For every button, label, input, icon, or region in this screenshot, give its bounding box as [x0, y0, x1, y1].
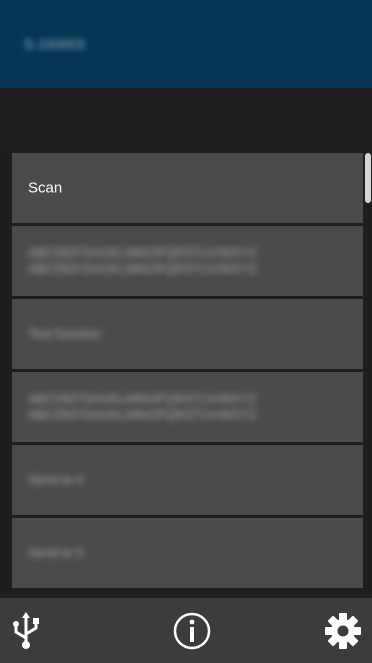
- device-name: S-150003: [24, 36, 85, 52]
- menu-item-label: ABCDEFGHIJKLMNOPQRSTUVWXYZ ABCDEFGHIJKLM…: [28, 391, 257, 422]
- menu-item[interactable]: Send to 5: [12, 518, 363, 588]
- usb-button[interactable]: [5, 610, 47, 652]
- menu-item-scan[interactable]: Scan: [12, 153, 363, 223]
- settings-button[interactable]: [322, 610, 364, 652]
- menu-item[interactable]: Test function: [12, 299, 363, 369]
- menu-item[interactable]: ABCDEFGHIJKLMNOPQRSTUVWXYZ ABCDEFGHIJKLM…: [12, 226, 363, 296]
- menu-item-label: Test function: [28, 326, 101, 341]
- menu-item-label: ABCDEFGHIJKLMNOPQRSTUVWXYZ ABCDEFGHIJKLM…: [28, 245, 257, 276]
- menu-list[interactable]: Scan ABCDEFGHIJKLMNOPQRSTUVWXYZ ABCDEFGH…: [12, 153, 363, 598]
- header-spacer: [0, 88, 372, 152]
- info-icon: [173, 612, 211, 650]
- bottom-toolbar: [0, 598, 372, 663]
- info-button[interactable]: [171, 610, 213, 652]
- usb-icon: [13, 612, 39, 649]
- menu-item[interactable]: Send to 4: [12, 445, 363, 515]
- scrollbar[interactable]: [364, 153, 372, 598]
- menu-item-label: Send to 5: [28, 545, 84, 560]
- menu-item-label: Send to 4: [28, 472, 84, 487]
- menu-item-label: Scan: [28, 179, 63, 197]
- scrollbar-thumb[interactable]: [365, 153, 371, 203]
- gear-icon: [325, 613, 361, 649]
- menu-item[interactable]: ABCDEFGHIJKLMNOPQRSTUVWXYZ ABCDEFGHIJKLM…: [12, 372, 363, 442]
- app-header: S-150003: [0, 0, 372, 88]
